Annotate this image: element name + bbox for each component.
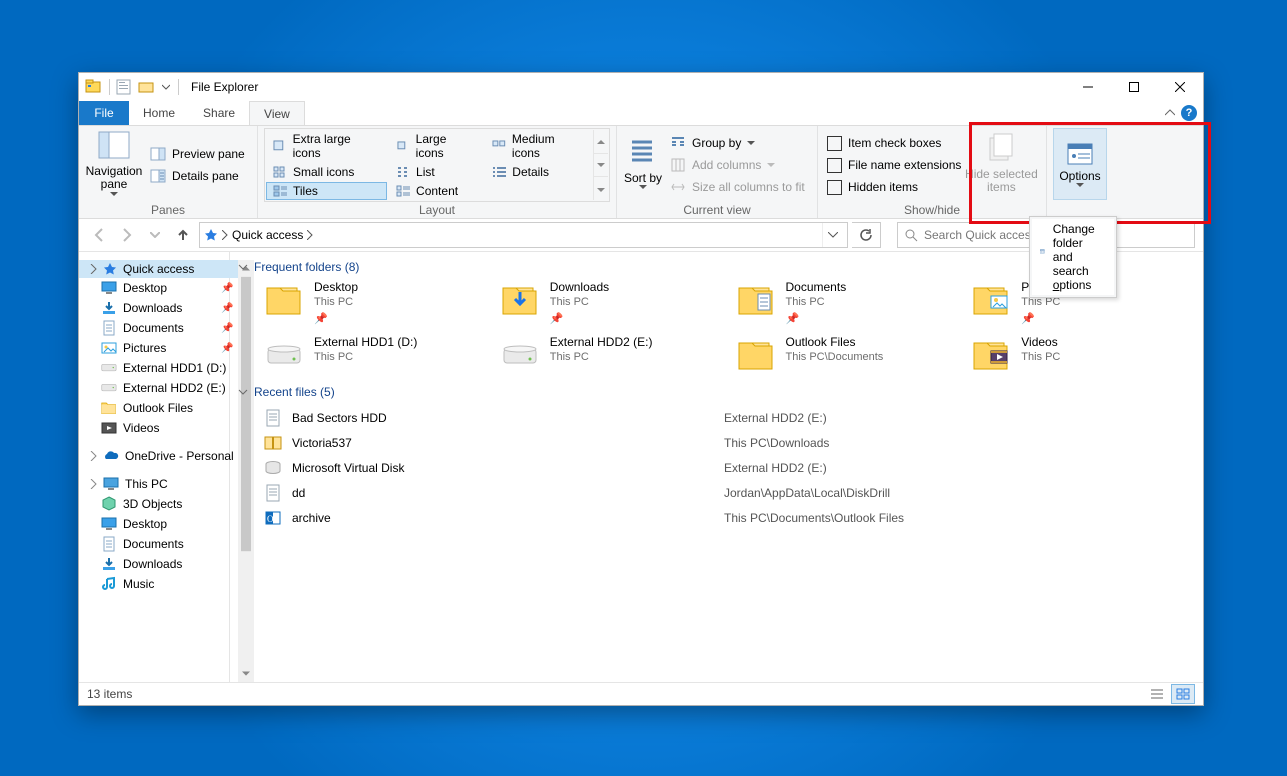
qat-new-folder-icon[interactable]: [138, 78, 156, 96]
pin-icon: 📌: [1021, 312, 1064, 327]
layout-small-icons[interactable]: Small icons: [266, 163, 387, 181]
address-bar[interactable]: Quick access: [199, 222, 848, 248]
back-button[interactable]: [87, 223, 111, 247]
breadcrumb-chevron-icon[interactable]: [222, 230, 228, 240]
layout-extra-large-icons[interactable]: Extra large icons: [266, 130, 387, 162]
tab-home[interactable]: Home: [129, 101, 189, 125]
folder-tile[interactable]: External HDD1 (D:)This PC: [264, 335, 496, 375]
item-check-boxes-toggle[interactable]: Item check boxes: [824, 135, 964, 152]
app-icon[interactable]: [85, 78, 103, 96]
qat-properties-icon[interactable]: [116, 78, 134, 96]
folder-tile[interactable]: Outlook FilesThis PC\Documents: [736, 335, 968, 375]
file-name-extensions-toggle[interactable]: File name extensions: [824, 157, 964, 174]
svg-text:O: O: [267, 514, 274, 524]
hidden-items-toggle[interactable]: Hidden items: [824, 179, 964, 196]
recent-file-row[interactable]: ddJordan\AppData\Local\DiskDrill: [264, 480, 1203, 505]
view-large-icons-toggle[interactable]: [1171, 684, 1195, 704]
folder-tile[interactable]: DocumentsThis PC📌: [736, 280, 968, 327]
recent-locations-button[interactable]: [143, 223, 167, 247]
nav-quick-access[interactable]: Quick access: [79, 260, 238, 278]
file-explorer-window: File Explorer File Home Share View ? Nav…: [78, 72, 1204, 706]
view-details-toggle[interactable]: [1145, 684, 1169, 704]
layout-content[interactable]: Content: [389, 182, 483, 200]
search-icon: [904, 228, 918, 242]
options-dropdown: Change folder and search options: [1029, 216, 1117, 298]
maximize-button[interactable]: [1111, 73, 1157, 101]
status-bar: 13 items: [79, 682, 1203, 705]
onedrive-icon: [103, 448, 119, 464]
layout-gallery-expand[interactable]: [594, 178, 608, 200]
folder-tile[interactable]: VideosThis PC: [971, 335, 1203, 375]
title-bar: File Explorer: [79, 73, 1203, 101]
layout-large-icons[interactable]: Large icons: [389, 130, 483, 162]
change-folder-search-options[interactable]: Change folder and search options: [1032, 219, 1114, 295]
layout-scroll-down[interactable]: [594, 153, 608, 177]
star-icon: [103, 262, 117, 276]
nav-onedrive[interactable]: OneDrive - Personal: [79, 446, 238, 466]
minimize-button[interactable]: [1065, 73, 1111, 101]
breadcrumb-chevron-icon[interactable]: [307, 230, 313, 240]
recent-file-row[interactable]: Microsoft Virtual DiskExternal HDD2 (E:): [264, 455, 1203, 480]
navigation-pane: Quick access Desktop📌Downloads📌Documents…: [79, 252, 230, 682]
ribbon-tabs: File Home Share View ?: [79, 101, 1203, 125]
breadcrumb[interactable]: Quick access: [232, 228, 303, 242]
nav-item[interactable]: Desktop📌: [79, 278, 238, 298]
tab-file[interactable]: File: [79, 101, 129, 125]
refresh-button[interactable]: [852, 222, 881, 248]
nav-item[interactable]: Downloads: [79, 554, 238, 574]
layout-details[interactable]: Details: [485, 163, 591, 181]
monitor-icon: [103, 476, 119, 492]
nav-item[interactable]: Pictures📌: [79, 338, 238, 358]
tab-share[interactable]: Share: [189, 101, 249, 125]
navigation-pane-button[interactable]: Navigation pane: [85, 128, 143, 198]
nav-item[interactable]: 3D Objects: [79, 494, 238, 514]
pin-icon: 📌: [786, 312, 847, 327]
layout-list[interactable]: List: [389, 163, 483, 181]
size-columns-button[interactable]: Size all columns to fit: [667, 178, 808, 196]
nav-item[interactable]: Downloads📌: [79, 298, 238, 318]
nav-item[interactable]: Music: [79, 574, 238, 594]
close-button[interactable]: [1157, 73, 1203, 101]
folder-tile[interactable]: External HDD2 (E:)This PC: [500, 335, 732, 375]
options-button[interactable]: Options: [1053, 128, 1107, 200]
help-button[interactable]: ?: [1181, 105, 1197, 121]
window-title: File Explorer: [191, 80, 258, 94]
ribbon: Navigation pane Preview pane Details pan…: [79, 125, 1203, 219]
sort-by-button[interactable]: Sort by: [623, 128, 663, 198]
details-pane-button[interactable]: Details pane: [147, 167, 248, 185]
nav-item[interactable]: External HDD2 (E:): [79, 378, 238, 398]
pin-icon: 📌: [550, 312, 609, 327]
forward-button[interactable]: [115, 223, 139, 247]
collapse-ribbon-button[interactable]: [1165, 108, 1175, 118]
recent-file-row[interactable]: Bad Sectors HDDExternal HDD2 (E:): [264, 405, 1203, 430]
pin-icon: 📌: [314, 312, 358, 327]
status-item-count: 13 items: [87, 687, 132, 701]
add-columns-button[interactable]: Add columns: [667, 156, 808, 174]
quick-access-icon: [204, 228, 218, 242]
layout-tiles[interactable]: Tiles: [266, 182, 387, 200]
hide-selected-items-button[interactable]: Hide selected items: [964, 128, 1038, 198]
nav-this-pc[interactable]: This PC: [79, 474, 238, 494]
qat-customize-dropdown[interactable]: [162, 83, 170, 91]
tab-view[interactable]: View: [249, 101, 305, 125]
nav-item[interactable]: External HDD1 (D:): [79, 358, 238, 378]
nav-item[interactable]: Outlook Files: [79, 398, 238, 418]
recent-files-header[interactable]: Recent files (5): [232, 383, 1203, 405]
recent-file-row[interactable]: OarchiveThis PC\Documents\Outlook Files: [264, 505, 1203, 530]
address-history-dropdown[interactable]: [822, 223, 843, 247]
up-button[interactable]: [171, 223, 195, 247]
layout-medium-icons[interactable]: Medium icons: [485, 130, 591, 162]
nav-item[interactable]: Desktop: [79, 514, 238, 534]
layout-scroll-up[interactable]: [594, 130, 608, 152]
recent-file-row[interactable]: Victoria537This PC\Downloads: [264, 430, 1203, 455]
preview-pane-button[interactable]: Preview pane: [147, 145, 248, 163]
nav-item[interactable]: Documents: [79, 534, 238, 554]
nav-item[interactable]: Videos: [79, 418, 238, 438]
nav-item[interactable]: Documents📌: [79, 318, 238, 338]
folder-tile[interactable]: DownloadsThis PC📌: [500, 280, 732, 327]
group-by-button[interactable]: Group by: [667, 134, 808, 152]
folder-tile[interactable]: DesktopThis PC📌: [264, 280, 496, 327]
content-area: Frequent folders (8) DesktopThis PC📌Down…: [230, 252, 1203, 682]
